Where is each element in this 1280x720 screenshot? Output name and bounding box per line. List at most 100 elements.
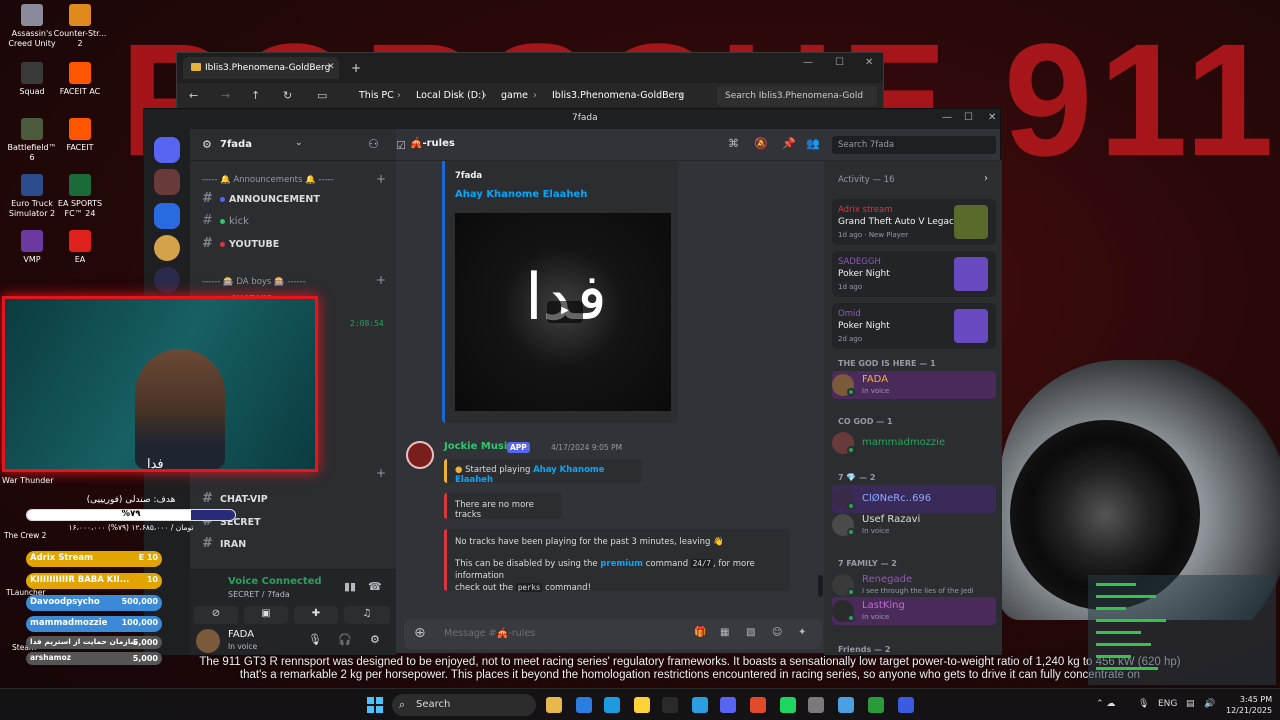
breadcrumb-folder[interactable]: Iblis3.Phenomena-GoldBerg [552,90,684,101]
gift-icon[interactable]: 🎁 [694,627,706,638]
clock[interactable]: 3:45 PM 12/21/2025 [1226,694,1272,716]
add-channel-icon[interactable]: + [376,273,386,287]
scrollbar[interactable] [818,575,823,597]
premium-link[interactable]: premium [600,559,643,569]
member-item[interactable]: mammadmozzie [832,429,996,457]
refresh-icon[interactable]: ↻ [283,89,292,102]
up-icon[interactable]: ↑ [251,89,260,102]
minimize-icon[interactable]: — [942,112,952,123]
language-indicator[interactable]: ENG [1158,699,1177,709]
server-icon-7fada[interactable] [154,169,180,195]
member-item[interactable]: Usef Razavi In voice [832,511,996,539]
add-channel-icon[interactable]: + [376,466,386,480]
category-announcements[interactable]: ----- 🔔 Announcements 🔔 ----- [202,175,334,185]
server-icon-doge[interactable] [154,235,180,261]
threads-icon[interactable]: ⌘ [728,137,739,150]
microphone-icon[interactable]: 🎙 [308,633,322,646]
monitor-icon[interactable]: ▭ [317,89,327,102]
forward-icon[interactable]: → [221,89,230,102]
explorer-tab[interactable]: Iblis3.Phenomena-GoldBerg ✕ [183,57,339,79]
apps-icon[interactable]: ✦ [798,627,806,638]
soundboard-button[interactable]: ♫ [344,606,390,624]
member-item[interactable]: Renegade I see through the lies of the Je… [832,571,996,599]
notification-muted-icon[interactable]: 🔕 [754,137,768,150]
taskbar-app-icon[interactable] [546,697,562,713]
voice-status[interactable]: Voice Connected [228,576,322,587]
new-tab-button[interactable]: + [351,61,361,75]
close-tab-icon[interactable]: ✕ [327,62,335,72]
network-icon[interactable]: ▤ [1186,699,1195,709]
sticker-icon[interactable]: ▧ [746,627,755,638]
close-icon[interactable]: ✕ [988,112,996,123]
close-icon[interactable]: ✕ [865,57,873,68]
explorer-search-input[interactable]: Search Iblis3.Phenomena-Gold [717,86,877,106]
taskbar-app-icon[interactable] [780,697,796,713]
activity-card[interactable]: Adrix stream Grand Theft Auto V Legacy 1d … [832,199,996,245]
back-icon[interactable]: ← [189,89,198,102]
tray-icons[interactable]: ⌃ ☁ [1096,699,1115,709]
member-item[interactable]: ClØNeRc..696 [832,485,996,513]
taskbar-app-icon[interactable] [720,697,736,713]
file-explorer-window[interactable]: Iblis3.Phenomena-GoldBerg ✕ + — ☐ ✕ ← → … [176,52,884,110]
desktop-icon[interactable]: Counter-Str... 2 [52,4,108,49]
desktop-icon[interactable]: FACEIT AC [52,62,108,97]
gif-icon[interactable]: ▦ [720,627,729,638]
add-attachment-icon[interactable]: ⊕ [414,625,426,641]
taskbar-app-icon[interactable] [750,697,766,713]
breadcrumb-this-pc[interactable]: This PC [359,90,394,101]
server-icon-other[interactable] [154,267,180,293]
minimize-icon[interactable]: — [803,57,813,68]
desktop-icon[interactable]: EA SPORTS FC™ 24 [52,174,108,219]
activity-card[interactable]: Omid Poker Night 2d ago [832,303,996,349]
taskbar-app-icon[interactable] [692,697,708,713]
server-settings-icon[interactable]: ⚙ [202,138,212,151]
desktop-icon[interactable]: EA [52,230,108,265]
pin-icon[interactable]: 📌 [782,137,796,150]
voice-location[interactable]: SECRET / 7fada [228,590,290,599]
discord-search-input[interactable]: Search 7fada [832,136,996,154]
taskbar-app-icon[interactable] [576,697,592,713]
emoji-icon[interactable]: ☺ [772,627,782,638]
taskbar-app-icon[interactable] [808,697,824,713]
taskbar-search[interactable]: ⌕ Search [392,694,536,716]
channel-youtube[interactable]: # YOUTUBE [202,236,388,254]
embed-title-link[interactable]: Ahay Khanome Elaaheh [455,189,587,200]
server-header[interactable]: ⚙ 7fada ⌄ ⚇ [190,129,396,161]
maximize-icon[interactable]: ☐ [964,112,973,123]
taskbar-app-icon[interactable] [868,697,884,713]
server-icon-a[interactable] [154,203,180,229]
noise-icon[interactable]: ▮▮ [344,580,356,593]
taskbar-app-icon[interactable] [604,697,620,713]
windows-start-icon[interactable] [367,697,383,713]
avatar[interactable] [196,629,220,653]
embed-video-thumbnail[interactable]: فدا ▶ [455,213,671,411]
members-icon[interactable]: 👥 [806,137,820,150]
screen-share-button[interactable]: ▣ [244,606,288,624]
desktop-icon[interactable]: FACEIT [52,118,108,153]
discord-home-icon[interactable] [154,137,180,163]
headphones-icon[interactable]: 🎧 [338,633,352,646]
disconnect-icon[interactable]: ☎ [368,580,382,593]
taskbar-app-icon[interactable] [634,697,650,713]
member-item[interactable]: FADA In voice [832,371,996,399]
taskbar-app-icon[interactable] [838,697,854,713]
chevron-right-icon[interactable]: › [984,173,988,184]
breadcrumb-local-disk[interactable]: Local Disk (D:) [416,90,485,101]
settings-gear-icon[interactable]: ⚙ [370,633,380,646]
channel-kick[interactable]: # kick [202,213,388,231]
add-channel-icon[interactable]: + [376,172,386,186]
avatar[interactable] [406,441,434,469]
channel-announcement[interactable]: # ANNOUNCEMENT [202,191,388,209]
category-da-boys[interactable]: ------ 🎰 DA boys 🎰 ------ [202,277,306,287]
channel-iran[interactable]: # IRAN [202,536,388,554]
play-icon[interactable]: ▶ [547,301,583,323]
breadcrumb-game[interactable]: game [501,90,528,101]
activities-button[interactable]: ✚ [294,606,338,624]
microphone-icon[interactable]: 🎙 [1138,699,1149,709]
member-item[interactable]: LastKing In voice [832,597,996,625]
taskbar-app-icon[interactable] [898,697,914,713]
volume-icon[interactable]: 🔊 [1204,699,1215,709]
maximize-icon[interactable]: ☐ [835,57,844,68]
message-author[interactable]: Jockie Music [444,441,513,452]
composer-placeholder[interactable]: Message #🎪-rules [444,628,535,639]
